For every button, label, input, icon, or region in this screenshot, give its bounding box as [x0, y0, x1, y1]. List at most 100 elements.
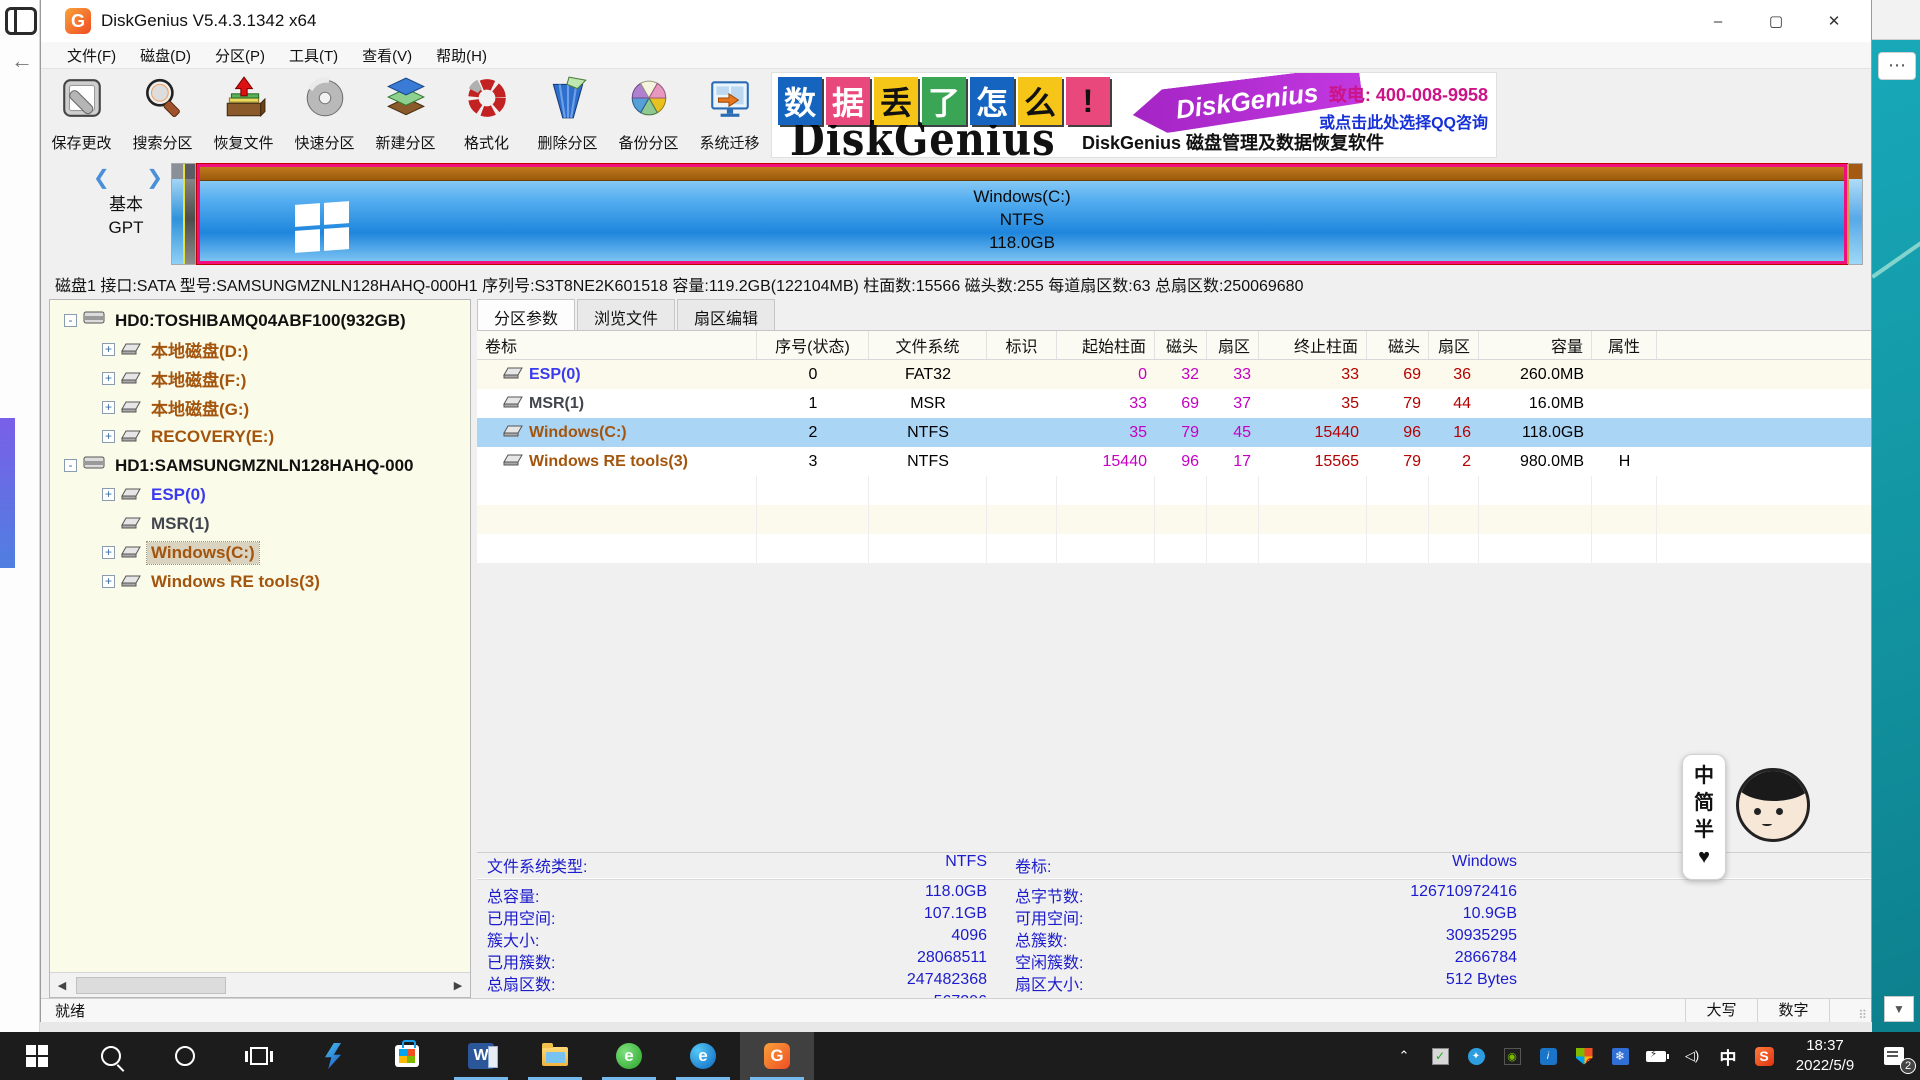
expand-icon[interactable]: + [102, 575, 115, 588]
update-check-icon[interactable]: ✓ [1422, 1032, 1458, 1080]
ad-banner[interactable]: DiskGenius 数据丢了怎么! DiskGenius DiskGenius… [771, 72, 1497, 158]
word-icon[interactable]: W [444, 1032, 518, 1080]
menu-item-1[interactable]: 磁盘(D) [128, 42, 203, 69]
nvidia-icon[interactable]: ◉ [1494, 1032, 1530, 1080]
tree-item-9[interactable]: +Windows RE tools(3) [50, 567, 470, 596]
diskgenius-taskbar-icon[interactable]: G [740, 1032, 814, 1080]
table-row-0[interactable]: ESP(0)0FAT3203233336936260.0MB [477, 360, 1871, 389]
edge-icon[interactable]: e [666, 1032, 740, 1080]
toolbar-button-8[interactable]: 系统迁移 [689, 69, 770, 157]
menu-item-5[interactable]: 帮助(H) [424, 42, 499, 69]
menu-item-0[interactable]: 文件(F) [55, 42, 128, 69]
partition-block-msr[interactable] [185, 164, 197, 264]
column-header-7[interactable]: 终止柱面 [1259, 331, 1367, 359]
taskbar-clock[interactable]: 18:37 2022/5/9 [1782, 1036, 1868, 1077]
chevron-up-icon[interactable]: ⌃ [1386, 1032, 1422, 1080]
tree-item-7[interactable]: MSR(1) [50, 509, 470, 538]
tree-item-4[interactable]: +RECOVERY(E:) [50, 422, 470, 451]
column-header-11[interactable]: 属性 [1592, 331, 1657, 359]
column-header-3[interactable]: 标识 [987, 331, 1057, 359]
intel-graphics-icon[interactable]: i [1530, 1032, 1566, 1080]
prev-disk-icon[interactable]: ❮ [93, 165, 110, 190]
cortana-icon[interactable] [148, 1032, 222, 1080]
resize-grip[interactable] [1829, 999, 1871, 1022]
maximize-button[interactable]: ▢ [1747, 0, 1805, 42]
start-icon[interactable] [0, 1032, 74, 1080]
tree-item-0[interactable]: -HD0:TOSHIBAMQ04ABF100(932GB) [50, 306, 470, 335]
more-options-icon[interactable]: ⋯ [1878, 52, 1916, 80]
back-arrow-icon[interactable]: ← [9, 48, 35, 74]
column-header-10[interactable]: 容量 [1479, 331, 1592, 359]
column-header-8[interactable]: 磁头 [1367, 331, 1429, 359]
collapse-icon[interactable]: - [64, 459, 77, 472]
expand-icon[interactable]: + [102, 372, 115, 385]
partition-block-esp[interactable] [172, 164, 185, 264]
flash-app-icon[interactable] [296, 1032, 370, 1080]
toolbar-button-0[interactable]: 保存更改 [41, 69, 122, 157]
menu-item-2[interactable]: 分区(P) [203, 42, 277, 69]
toolbar-button-6[interactable]: 删除分区 [527, 69, 608, 157]
minimize-button[interactable]: – [1689, 0, 1747, 42]
tree-horizontal-scrollbar[interactable]: ◀ ▶ [50, 972, 470, 997]
close-button[interactable]: ✕ [1805, 0, 1863, 42]
column-header-5[interactable]: 磁头 [1155, 331, 1207, 359]
ime-mode-2[interactable]: 半 [1694, 817, 1714, 844]
menu-item-4[interactable]: 查看(V) [350, 42, 424, 69]
column-header-1[interactable]: 序号(状态) [757, 331, 869, 359]
notification-center-icon[interactable]: 2 [1868, 1032, 1920, 1080]
table-row-1[interactable]: MSR(1)1MSR33693735794416.0MB [477, 389, 1871, 418]
heart-icon[interactable]: ♥ [1698, 844, 1710, 871]
ime-mode-0[interactable]: 中 [1694, 763, 1714, 790]
scroll-right-icon[interactable]: ▶ [446, 979, 470, 992]
scroll-down-icon[interactable]: ▼ [1884, 996, 1914, 1022]
expand-icon[interactable]: + [102, 430, 115, 443]
column-header-4[interactable]: 起始柱面 [1057, 331, 1155, 359]
collapse-icon[interactable]: - [64, 314, 77, 327]
table-row-2[interactable]: Windows(C:)2NTFS357945154409616118.0GB [477, 418, 1871, 447]
security-shield-icon[interactable]: ✕ [1566, 1032, 1602, 1080]
toolbar-button-5[interactable]: 格式化 [446, 69, 527, 157]
tree-item-2[interactable]: +本地磁盘(F:) [50, 364, 470, 393]
expand-icon[interactable]: + [102, 343, 115, 356]
sogou-icon[interactable]: S [1746, 1032, 1782, 1080]
toolbar-button-1[interactable]: 搜索分区 [122, 69, 203, 157]
scroll-left-icon[interactable]: ◀ [50, 979, 74, 992]
scrollbar-thumb[interactable] [76, 977, 226, 994]
partition-block-windows-re[interactable] [1847, 164, 1862, 264]
partition-block-windows-c[interactable]: Windows(C:) NTFS 118.0GB [197, 164, 1847, 264]
file-explorer-icon[interactable] [518, 1032, 592, 1080]
menu-item-3[interactable]: 工具(T) [277, 42, 350, 69]
tab-0[interactable]: 分区参数 [477, 299, 575, 330]
column-header-9[interactable]: 扇区 [1429, 331, 1479, 359]
tree-item-3[interactable]: +本地磁盘(G:) [50, 393, 470, 422]
ime-lang-icon[interactable]: 中 [1710, 1032, 1746, 1080]
column-header-6[interactable]: 扇区 [1207, 331, 1259, 359]
tree-item-8[interactable]: +Windows(C:) [50, 538, 470, 567]
ime-status-pill[interactable]: 中简半♥ [1682, 754, 1726, 880]
tab-2[interactable]: 扇区编辑 [677, 299, 775, 330]
bluebird-icon[interactable]: ✦ [1458, 1032, 1494, 1080]
tree-item-1[interactable]: +本地磁盘(D:) [50, 335, 470, 364]
next-disk-icon[interactable]: ❯ [146, 165, 163, 190]
toolbar-button-2[interactable]: 恢复文件 [203, 69, 284, 157]
taskbar-search-icon[interactable] [74, 1032, 148, 1080]
column-header-0[interactable]: 卷标 [477, 331, 757, 359]
ime-mode-1[interactable]: 简 [1694, 790, 1714, 817]
tree-item-5[interactable]: -HD1:SAMSUNGMZNLN128HAHQ-000 [50, 451, 470, 480]
volume-icon[interactable]: ◁) [1674, 1032, 1710, 1080]
column-header-2[interactable]: 文件系统 [869, 331, 987, 359]
toolbar-button-3[interactable]: 快速分区 [284, 69, 365, 157]
banner-qq-link[interactable]: 或点击此处选择QQ咨询 [1319, 109, 1488, 133]
table-row-3[interactable]: Windows RE tools(3)3NTFS1544096171556579… [477, 447, 1871, 476]
toolbar-button-7[interactable]: 备份分区 [608, 69, 689, 157]
toolbar-button-4[interactable]: 新建分区 [365, 69, 446, 157]
browser-360-icon[interactable]: e [592, 1032, 666, 1080]
snowflake-icon[interactable]: ❄ [1602, 1032, 1638, 1080]
task-view-icon[interactable] [222, 1032, 296, 1080]
store-icon[interactable] [370, 1032, 444, 1080]
expand-icon[interactable]: + [102, 546, 115, 559]
battery-icon[interactable] [1638, 1032, 1674, 1080]
tree-item-6[interactable]: +ESP(0) [50, 480, 470, 509]
expand-icon[interactable]: + [102, 488, 115, 501]
expand-icon[interactable]: + [102, 401, 115, 414]
